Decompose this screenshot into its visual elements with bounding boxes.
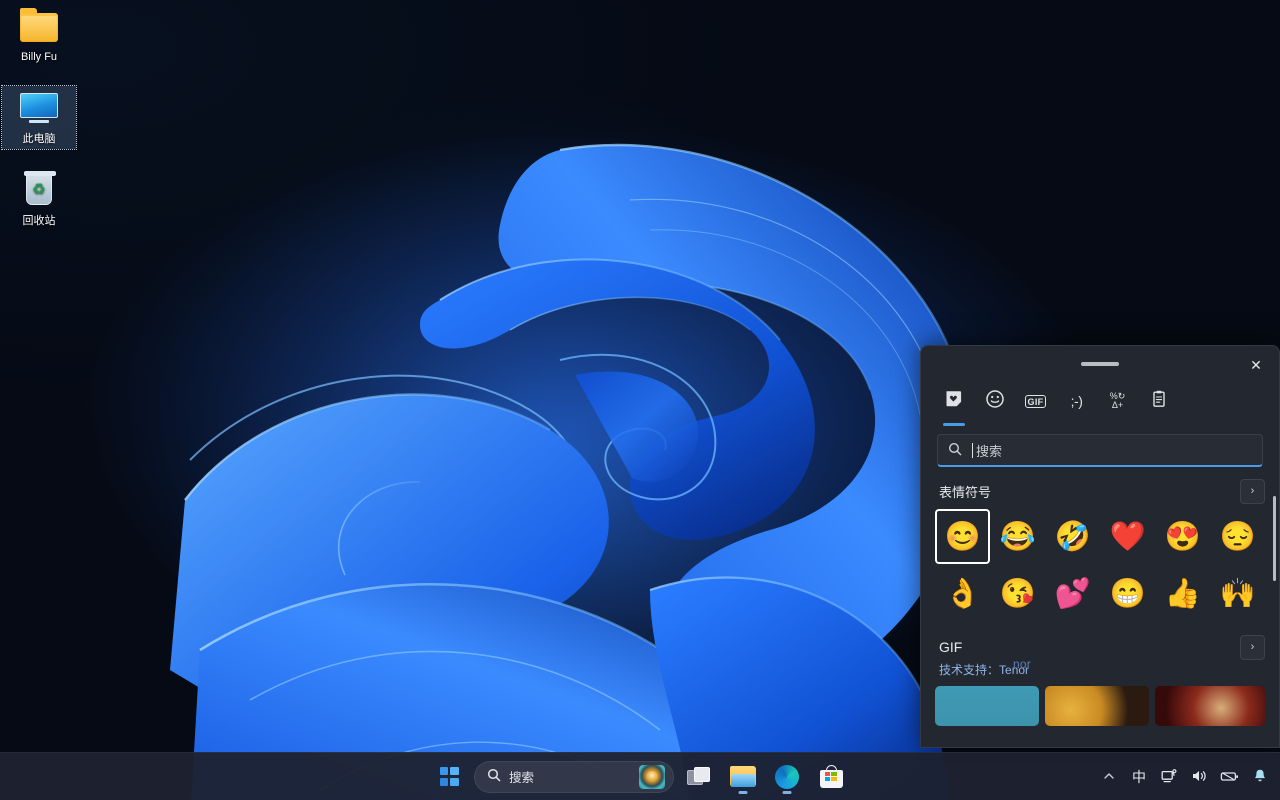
desktop-icon-label: Billy Fu bbox=[21, 51, 57, 63]
section-title: 表情符号 bbox=[939, 482, 1240, 501]
tab-underline bbox=[1066, 423, 1088, 426]
chevron-up-icon bbox=[1102, 769, 1116, 786]
system-tray: 中 bbox=[1095, 753, 1274, 800]
search-icon bbox=[487, 768, 501, 785]
folder-icon bbox=[4, 8, 74, 48]
tab-underline bbox=[1107, 423, 1129, 426]
wallpaper-bloom-graphic bbox=[130, 30, 970, 800]
desktop-screen: Billy Fu 此电脑 ♻ 回收站 ✕ bbox=[0, 0, 1280, 800]
desktop-icon-billy-fu[interactable]: Billy Fu bbox=[2, 4, 76, 67]
bloom-svg bbox=[130, 30, 970, 800]
gif-thumbnail-3[interactable] bbox=[1155, 686, 1265, 726]
tab-recent[interactable] bbox=[933, 382, 974, 420]
gif-ghost-text: nor bbox=[1013, 657, 1031, 671]
gif-thumbnail-1[interactable] bbox=[935, 686, 1039, 726]
emoji-panel-tab-bar: GIF ;-) %↻Δ+ bbox=[921, 382, 1279, 420]
running-indicator bbox=[783, 791, 792, 794]
emoji-item[interactable]: ❤️ bbox=[1100, 509, 1155, 564]
battery-icon bbox=[1220, 769, 1239, 786]
tab-symbols[interactable]: %↻Δ+ bbox=[1097, 382, 1138, 420]
tab-emoji[interactable] bbox=[974, 382, 1015, 420]
desktop-icon-recycle-bin[interactable]: ♻ 回收站 bbox=[2, 168, 76, 231]
tray-notification-button[interactable] bbox=[1246, 760, 1274, 794]
tray-volume-button[interactable] bbox=[1185, 760, 1213, 794]
section-header-gif: GIF › bbox=[939, 635, 1265, 659]
text-caret bbox=[972, 443, 973, 458]
taskbar-button-task-view[interactable] bbox=[680, 758, 718, 796]
search-icon bbox=[938, 442, 972, 459]
tab-underline bbox=[984, 423, 1006, 426]
tray-ime-button[interactable]: 中 bbox=[1125, 760, 1153, 794]
desktop-icon-this-pc[interactable]: 此电脑 bbox=[2, 86, 76, 149]
taskbar: 搜索 bbox=[0, 752, 1280, 800]
emoji-item[interactable]: 👍 bbox=[1155, 566, 1210, 621]
emoji-item[interactable]: 😂 bbox=[990, 509, 1045, 564]
panel-scrollbar[interactable] bbox=[1273, 496, 1276, 581]
network-icon bbox=[1161, 768, 1178, 787]
lion-mask-icon[interactable] bbox=[639, 765, 665, 789]
emoji-item[interactable]: 😁 bbox=[1100, 566, 1155, 621]
gif-thumbnail-strip bbox=[935, 686, 1265, 726]
gif-thumbnail-2[interactable] bbox=[1045, 686, 1149, 726]
smiley-icon bbox=[985, 389, 1005, 414]
taskbar-search-box[interactable]: 搜索 bbox=[474, 761, 674, 793]
file-explorer-icon bbox=[730, 766, 756, 787]
emoji-item[interactable]: 🙌 bbox=[1210, 566, 1265, 621]
start-button[interactable] bbox=[430, 758, 468, 796]
tray-overflow-button[interactable] bbox=[1095, 760, 1123, 794]
emoji-item[interactable]: 😔 bbox=[1210, 509, 1265, 564]
recycle-bin-icon: ♻ bbox=[4, 172, 74, 212]
tab-kaomoji[interactable]: ;-) bbox=[1056, 382, 1097, 420]
emoji-item[interactable]: 😊 bbox=[935, 509, 990, 564]
chevron-right-icon[interactable]: › bbox=[1240, 635, 1265, 660]
gif-icon: GIF bbox=[1025, 395, 1047, 408]
desktop-icon-label: 此电脑 bbox=[23, 133, 56, 145]
chevron-right-icon[interactable]: › bbox=[1240, 479, 1265, 504]
emoji-panel-titlebar[interactable]: ✕ bbox=[921, 346, 1279, 382]
task-view-icon bbox=[687, 767, 711, 787]
tab-active-underline bbox=[943, 423, 965, 426]
emoji-item[interactable]: 👌 bbox=[935, 566, 990, 621]
desktop-icon-label: 回收站 bbox=[23, 215, 56, 227]
tab-gif[interactable]: GIF bbox=[1015, 382, 1056, 420]
gif-credit: 技术支持：Tenor bbox=[939, 661, 1261, 678]
emoji-search-field[interactable]: 搜索 bbox=[937, 434, 1263, 467]
edge-icon bbox=[775, 765, 799, 789]
running-indicator bbox=[739, 791, 748, 794]
tab-clipboard[interactable] bbox=[1138, 382, 1179, 420]
tray-battery-button[interactable] bbox=[1215, 760, 1244, 794]
section-header-emoji: 表情符号 › bbox=[939, 479, 1265, 503]
drag-handle[interactable] bbox=[1081, 362, 1119, 366]
sticker-heart-icon bbox=[944, 389, 964, 414]
tab-underline bbox=[1025, 423, 1047, 426]
emoji-item[interactable]: 🤣 bbox=[1045, 509, 1100, 564]
taskbar-button-edge[interactable] bbox=[768, 758, 806, 796]
notification-bell-icon bbox=[1252, 768, 1268, 787]
emoji-item[interactable]: 😘 bbox=[990, 566, 1045, 621]
symbols-icon: %↻Δ+ bbox=[1110, 392, 1126, 410]
emoji-search-placeholder: 搜索 bbox=[976, 441, 1002, 460]
microsoft-store-icon bbox=[820, 765, 843, 788]
tab-underline bbox=[1148, 423, 1170, 426]
gif-credit-prefix: 技术支持： bbox=[939, 663, 999, 677]
tray-network-button[interactable] bbox=[1155, 760, 1183, 794]
emoji-item[interactable]: 💕 bbox=[1045, 566, 1100, 621]
emoji-grid: 😊 😂 🤣 ❤️ 😍 😔 👌 😘 💕 😁 👍 🙌 bbox=[935, 509, 1265, 621]
emoji-item[interactable]: 😍 bbox=[1155, 509, 1210, 564]
kaomoji-icon: ;-) bbox=[1071, 393, 1083, 409]
taskbar-button-file-explorer[interactable] bbox=[724, 758, 762, 796]
monitor-icon bbox=[4, 90, 74, 130]
volume-icon bbox=[1191, 768, 1208, 787]
taskbar-search-placeholder: 搜索 bbox=[509, 767, 639, 786]
clipboard-icon bbox=[1149, 389, 1169, 414]
section-title: GIF bbox=[939, 639, 1240, 655]
taskbar-button-microsoft-store[interactable] bbox=[812, 758, 850, 796]
close-icon[interactable]: ✕ bbox=[1243, 353, 1269, 377]
windows-logo-icon bbox=[440, 767, 459, 786]
emoji-panel: ✕ bbox=[920, 345, 1280, 748]
taskbar-center-group: 搜索 bbox=[0, 753, 1280, 800]
